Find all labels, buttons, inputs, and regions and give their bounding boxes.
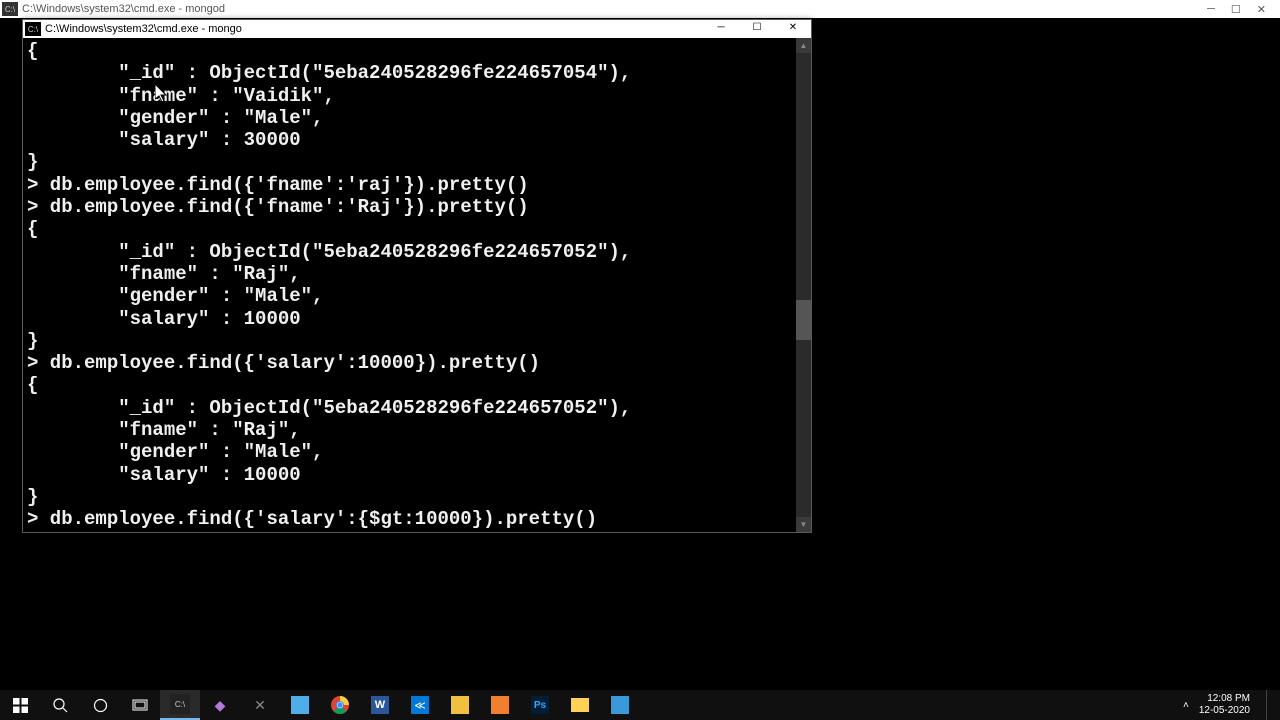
fg-titlebar[interactable]: C:\ C:\Windows\system32\cmd.exe - mongo … xyxy=(23,20,811,38)
tools-icon[interactable]: ✕ xyxy=(240,690,280,720)
chrome-icon[interactable] xyxy=(320,690,360,720)
cortana-icon[interactable] xyxy=(80,690,120,720)
tray-time-text: 12:08 PM xyxy=(1199,693,1250,705)
search-icon[interactable] xyxy=(40,690,80,720)
word-icon[interactable]: W xyxy=(360,690,400,720)
tray-chevron-icon[interactable]: ˄ xyxy=(1183,700,1189,711)
scroll-down-button[interactable]: ▼ xyxy=(796,517,811,532)
scroll-up-button[interactable]: ▲ xyxy=(796,38,811,53)
tray-date-text: 12-05-2020 xyxy=(1199,705,1250,717)
fg-maximize-button[interactable]: ☐ xyxy=(739,20,775,38)
photoshop-icon[interactable]: Ps xyxy=(520,690,560,720)
vertical-scrollbar[interactable]: ▲ ▼ xyxy=(796,38,811,532)
cmd-icon: C:\ xyxy=(25,22,41,36)
app-icon-2[interactable] xyxy=(480,690,520,720)
fg-window-title: C:\Windows\system32\cmd.exe - mongo xyxy=(45,23,703,35)
bg-titlebar[interactable]: C:\ C:\Windows\system32\cmd.exe - mongod… xyxy=(0,0,1280,18)
bg-window-title: C:\Windows\system32\cmd.exe - mongod xyxy=(22,3,1207,15)
app-icon-1[interactable] xyxy=(440,690,480,720)
show-desktop-button[interactable] xyxy=(1266,690,1272,720)
bg-close-button[interactable]: ✕ xyxy=(1257,3,1266,16)
file-explorer-icon[interactable] xyxy=(560,690,600,720)
bg-maximize-button[interactable]: ☐ xyxy=(1231,3,1241,16)
scroll-thumb[interactable] xyxy=(796,300,811,340)
fg-close-button[interactable]: ✕ xyxy=(775,20,811,38)
foreground-cmd-window[interactable]: C:\ C:\Windows\system32\cmd.exe - mongo … xyxy=(22,19,812,533)
visual-studio-icon[interactable]: ◆ xyxy=(200,690,240,720)
console-output[interactable]: { "_id" : ObjectId("5eba240528296fe22465… xyxy=(23,38,796,532)
cmd-taskbar-icon[interactable]: C:\ xyxy=(160,690,200,720)
notepad-icon[interactable] xyxy=(280,690,320,720)
taskbar[interactable]: C:\ ◆ ✕ W ≪ Ps ˄ 12:08 PM 12-05-2020 xyxy=(0,690,1280,720)
fg-minimize-button[interactable]: ─ xyxy=(703,20,739,38)
app-icon-3[interactable] xyxy=(600,690,640,720)
cmd-icon: C:\ xyxy=(2,2,18,16)
vscode-icon[interactable]: ≪ xyxy=(400,690,440,720)
tray-clock[interactable]: 12:08 PM 12-05-2020 xyxy=(1199,693,1250,717)
start-button[interactable] xyxy=(0,690,40,720)
task-view-icon[interactable] xyxy=(120,690,160,720)
bg-minimize-button[interactable]: ─ xyxy=(1207,3,1215,16)
